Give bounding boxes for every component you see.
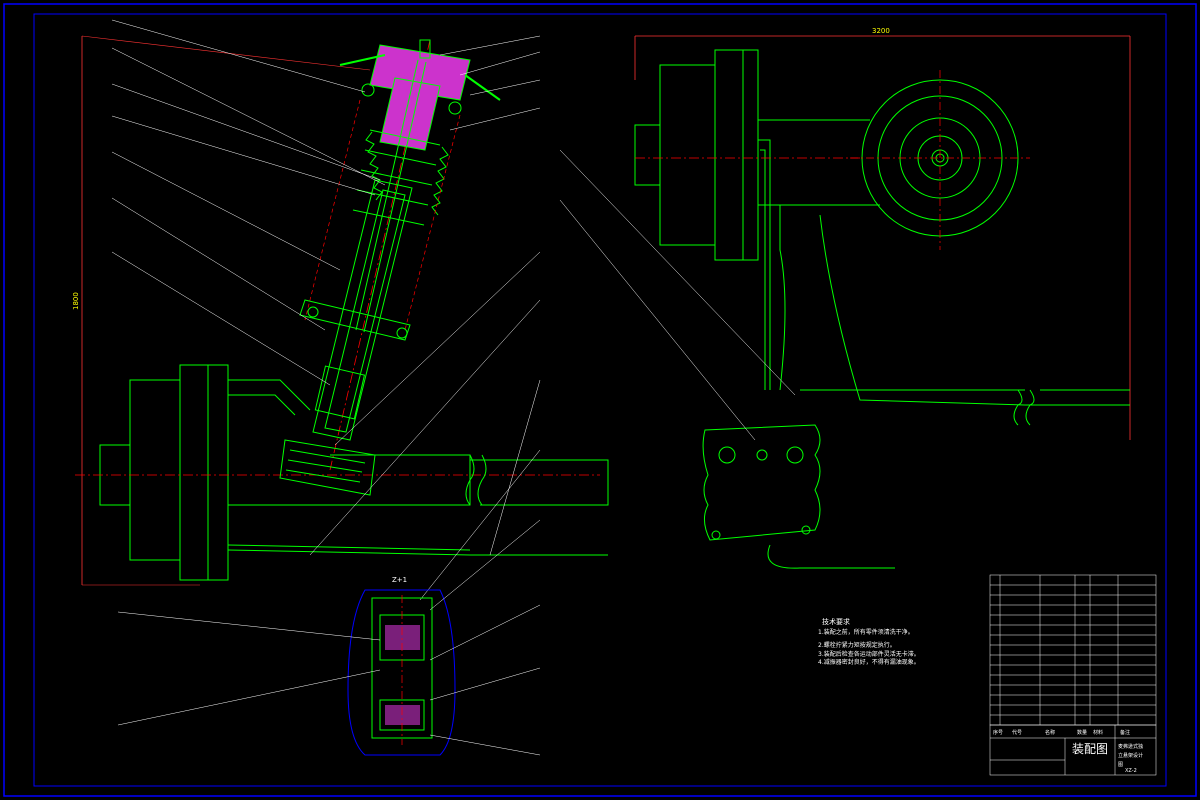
brake-line: [767, 544, 895, 569]
outer-frame: [3, 3, 1197, 797]
tech-req-title: 技术要求: [822, 617, 850, 626]
header-cell-4: 数量: [1077, 729, 1087, 736]
inner-frame: [33, 13, 1167, 787]
parts-list-table: [989, 574, 1157, 726]
envelope-line-left: [304, 99, 361, 321]
tech-req-line-3: 3.装配后检查各运动部件灵活无卡滞。: [818, 650, 920, 658]
seat-bolt-left: [307, 306, 319, 318]
break-symbol-2: [477, 454, 487, 506]
detail-label: Z+1: [392, 576, 407, 584]
top-mount: [339, 39, 501, 151]
leader-lines-left: [111, 19, 541, 601]
drawing-number: XZ-2: [1125, 768, 1137, 774]
dim-ext-top: [81, 35, 371, 71]
tech-req-line-4: 4.减振器密封良好，不得有漏油现象。: [818, 658, 920, 666]
dim-text-left: 1800: [72, 292, 80, 310]
cad-drawing: 1800 Z+1 3200 技术要求 1.装配之前，所有零件须清洗干净。 2.螺…: [3, 3, 1197, 797]
seat-bolt-right: [396, 327, 408, 339]
tech-req-line-1: 1.装配之前，所有零件须清洗干净。: [818, 628, 914, 636]
dim-text-top: 3200: [872, 27, 890, 35]
control-arm-plate: [702, 424, 821, 541]
leader-line-plan-2: [559, 199, 756, 441]
header-cell-6: 备注: [1120, 729, 1130, 736]
header-cell-5: 材料: [1093, 729, 1103, 736]
drawing-title: 装配图: [1072, 742, 1108, 756]
tech-req-line-2: 2.螺栓拧紧力矩按规定执行。: [818, 641, 896, 649]
header-cell-3: 名称: [1045, 729, 1055, 736]
header-cell-1: 序号: [993, 729, 1003, 736]
hub-assembly-left: [99, 364, 609, 581]
header-cell-2: 代号: [1012, 729, 1022, 736]
title-block-right-2: 立悬架设计: [1118, 752, 1143, 759]
lower-arm-bracket: [279, 439, 376, 496]
title-block-right-3: 图: [1118, 762, 1123, 768]
title-block-right-1: 麦弗逊式独: [1118, 743, 1143, 750]
header-row: 序号 代号 名称 数量 材料 备注: [993, 729, 1130, 736]
drawing-canvas: 1800 Z+1 3200 技术要求 1.装配之前，所有零件须清洗干净。 2.螺…: [0, 0, 1200, 800]
hub-assembly-right: [634, 49, 1130, 426]
technical-requirements: 技术要求 1.装配之前，所有零件须清洗干净。 2.螺栓拧紧力矩按规定执行。 3.…: [818, 617, 920, 666]
leader-line-plan-1: [559, 149, 796, 396]
